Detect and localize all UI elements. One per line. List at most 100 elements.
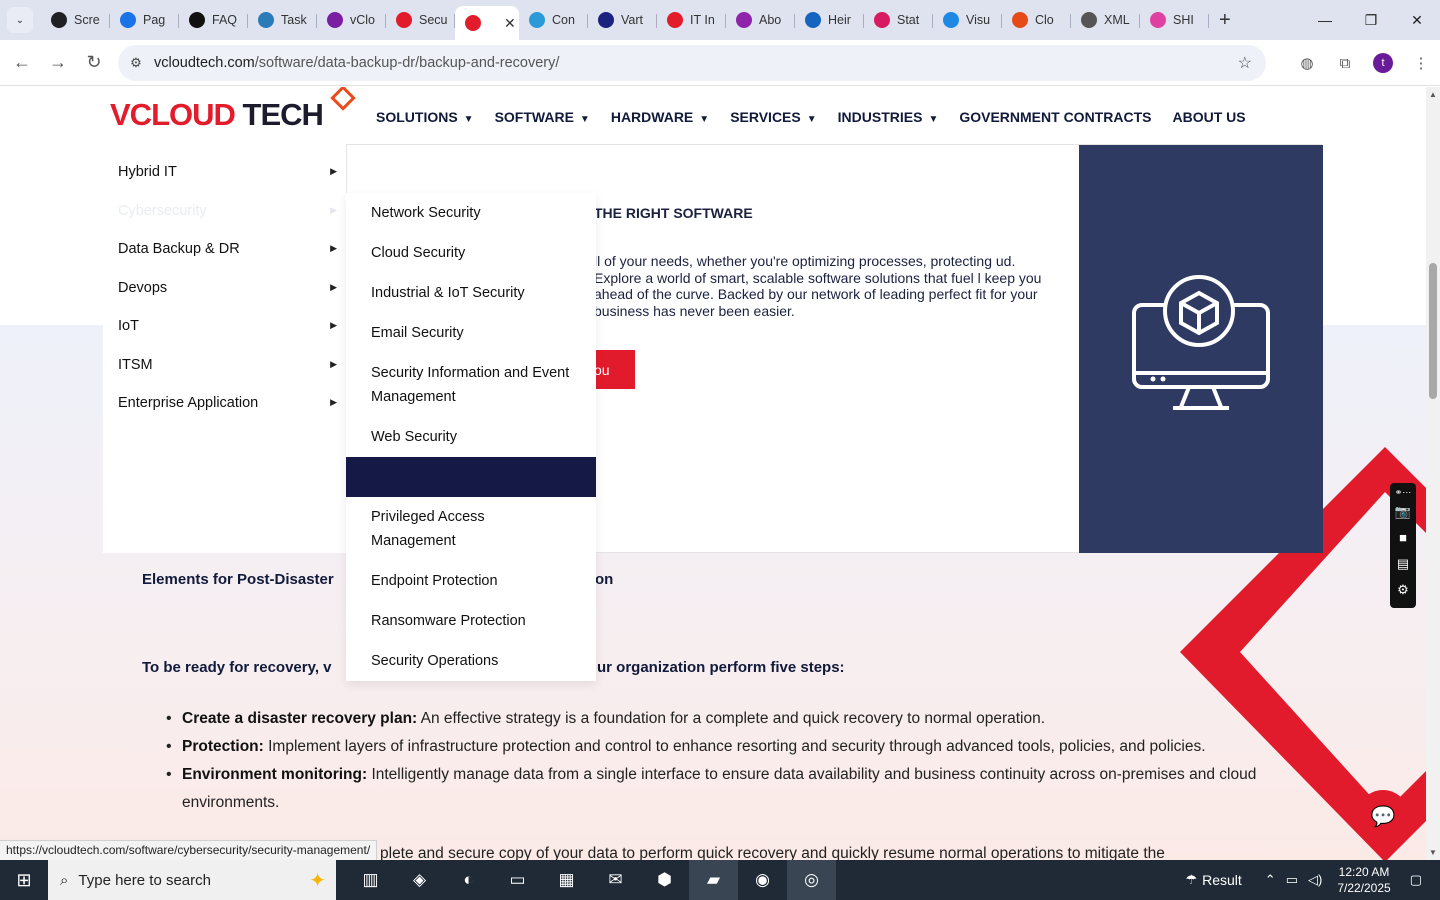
- link-dots-icon[interactable]: ⚭⋯: [1395, 485, 1412, 499]
- software-menu-item[interactable]: Cybersecurity ▶: [118, 203, 343, 219]
- browser-tab[interactable]: Secu: [386, 4, 455, 36]
- app-hex-icon[interactable]: ⬢: [640, 860, 689, 900]
- store-icon[interactable]: ▦: [542, 860, 591, 900]
- chrome-icon[interactable]: ◎: [787, 860, 836, 900]
- tab-search-icon[interactable]: ⌄: [7, 7, 33, 33]
- software-menu-item[interactable]: Data Backup & DR ▶: [118, 241, 343, 257]
- profile-avatar[interactable]: t: [1373, 53, 1393, 73]
- back-icon[interactable]: ←: [4, 45, 40, 81]
- new-tab-icon[interactable]: +: [1219, 9, 1231, 32]
- zoom-icon[interactable]: ◉: [738, 860, 787, 900]
- submenu-highlight-item[interactable]: [346, 457, 596, 497]
- browser-tab[interactable]: Heir: [795, 4, 864, 36]
- browser-tab[interactable]: Clo: [1002, 4, 1071, 36]
- gallery-icon[interactable]: ▤: [1397, 551, 1409, 577]
- browser-tab[interactable]: vClo: [317, 4, 386, 36]
- network-icon[interactable]: ▭: [1286, 872, 1298, 888]
- tab-close-icon[interactable]: ✕: [504, 15, 516, 32]
- file-explorer-icon[interactable]: ▭: [493, 860, 542, 900]
- edge-icon[interactable]: ◐: [444, 860, 493, 900]
- nav-item[interactable]: SOLUTIONS ▼: [376, 109, 474, 125]
- notifications-icon[interactable]: ▢: [1410, 872, 1422, 888]
- video-icon[interactable]: ■: [1399, 525, 1407, 551]
- tab-label: Task: [281, 13, 307, 27]
- scroll-thumb[interactable]: [1429, 263, 1437, 399]
- cybersecurity-menu-item[interactable]: Network Security: [371, 201, 571, 225]
- copilot-icon[interactable]: ◈: [395, 860, 444, 900]
- bookmark-star-icon[interactable]: ☆: [1238, 53, 1252, 73]
- cybersecurity-menu-item[interactable]: Email Security: [371, 321, 571, 345]
- floating-toolbar: ⚭⋯ 📷 ■ ▤ ⚙: [1390, 483, 1416, 608]
- minimize-icon[interactable]: —: [1302, 0, 1348, 40]
- scroll-down-icon[interactable]: ▼: [1429, 848, 1437, 857]
- cybersecurity-menu-item[interactable]: Privileged Access Management: [371, 505, 571, 553]
- cybersecurity-menu-item[interactable]: Security Operations: [371, 649, 571, 673]
- software-menu-item[interactable]: ITSM ▶: [118, 357, 343, 373]
- reload-icon[interactable]: ↻: [76, 45, 112, 81]
- clock-date: 7/22/2025: [1337, 881, 1391, 895]
- taskbar-search-input[interactable]: ⌕ Type here to search ✦: [48, 860, 336, 900]
- tab-label: Abo: [759, 13, 782, 27]
- camera-icon[interactable]: 📷: [1395, 499, 1411, 525]
- nav-item[interactable]: SERVICES ▼: [730, 109, 816, 125]
- browser-tab[interactable]: Abo: [726, 4, 795, 36]
- restore-icon[interactable]: ❐: [1348, 0, 1394, 40]
- tab-label: XML: [1104, 13, 1130, 27]
- url-input[interactable]: ⚙ vcloudtech.com/software/data-backup-dr…: [118, 45, 1266, 81]
- browser-tab[interactable]: Pag: [110, 4, 179, 36]
- tray-result-label[interactable]: Result: [1202, 872, 1242, 888]
- nav-item[interactable]: ABOUT US: [1172, 109, 1245, 125]
- software-menu-item[interactable]: Hybrid IT ▶: [118, 164, 343, 180]
- cybersecurity-menu-item[interactable]: Endpoint Protection: [371, 569, 571, 593]
- software-menu-item[interactable]: Enterprise Application ▶: [118, 395, 343, 411]
- browser-tab[interactable]: SHI: [1140, 4, 1209, 36]
- cybersecurity-menu-item[interactable]: Web Security: [371, 425, 571, 449]
- browser-tab[interactable]: Vart: [588, 4, 657, 36]
- tab-favicon-icon: [874, 12, 890, 28]
- browser-tab[interactable]: ✕: [455, 6, 519, 40]
- cybersecurity-menu-item[interactable]: Cloud Security: [371, 241, 571, 265]
- cybersecurity-menu-item[interactable]: Ransomware Protection: [371, 609, 571, 633]
- site-logo[interactable]: VCLOUD TECH: [110, 97, 324, 133]
- volume-icon[interactable]: ◁): [1308, 872, 1322, 888]
- nav-item-label: GOVERNMENT CONTRACTS: [959, 109, 1152, 125]
- scroll-up-icon[interactable]: ▲: [1429, 90, 1437, 99]
- browser-tab[interactable]: Scre: [41, 4, 110, 36]
- windows-start-icon[interactable]: ⊞: [0, 860, 48, 900]
- cybersecurity-menu-item[interactable]: Security Information and Event Managemen…: [371, 361, 571, 409]
- browser-tab[interactable]: XML: [1071, 4, 1140, 36]
- taskbar-clock[interactable]: 12:20 AM 7/22/2025: [1337, 864, 1390, 896]
- sticky-notes-icon[interactable]: ▰: [689, 860, 738, 900]
- translate-icon[interactable]: ◍: [1288, 54, 1326, 72]
- close-window-icon[interactable]: ✕: [1394, 0, 1440, 40]
- nav-item[interactable]: SOFTWARE ▼: [495, 109, 590, 125]
- task-view-icon[interactable]: ▥: [346, 860, 395, 900]
- browser-tab[interactable]: FAQ: [179, 4, 248, 36]
- page-scrollbar[interactable]: ▲ ▼: [1426, 87, 1440, 860]
- tab-favicon-icon: [189, 12, 205, 28]
- nav-item[interactable]: GOVERNMENT CONTRACTS: [959, 109, 1151, 125]
- forward-icon[interactable]: →: [40, 45, 76, 81]
- software-menu-item[interactable]: IoT ▶: [118, 318, 343, 334]
- nav-item[interactable]: HARDWARE ▼: [611, 109, 709, 125]
- mail-icon[interactable]: ✉: [591, 860, 640, 900]
- chevron-up-icon[interactable]: ⌃: [1265, 872, 1276, 888]
- settings-gear-icon[interactable]: ⚙: [1397, 577, 1409, 603]
- software-menu-label: Data Backup & DR: [118, 241, 240, 257]
- extensions-icon[interactable]: ⧉: [1326, 55, 1364, 72]
- browser-tab[interactable]: Visu: [933, 4, 1002, 36]
- hero-cta-button[interactable]: ou: [594, 350, 635, 389]
- url-host: vcloudtech.com: [154, 55, 255, 71]
- cybersecurity-menu-item[interactable]: Industrial & IoT Security: [371, 281, 571, 305]
- site-info-icon[interactable]: ⚙: [118, 55, 154, 71]
- browser-tab[interactable]: Task: [248, 4, 317, 36]
- browser-tab[interactable]: Con: [519, 4, 588, 36]
- nav-item[interactable]: INDUSTRIES ▼: [838, 109, 939, 125]
- browser-tab[interactable]: IT In: [657, 4, 726, 36]
- software-menu-item[interactable]: Devops ▶: [118, 280, 343, 296]
- menu-kebab-icon[interactable]: ⋮: [1402, 54, 1440, 72]
- chat-bubble-icon[interactable]: 💬: [1357, 790, 1409, 842]
- browser-tab[interactable]: Stat: [864, 4, 933, 36]
- logo-text-vcloud: VCLOUD: [110, 97, 236, 132]
- weather-icon[interactable]: ☂: [1185, 872, 1197, 888]
